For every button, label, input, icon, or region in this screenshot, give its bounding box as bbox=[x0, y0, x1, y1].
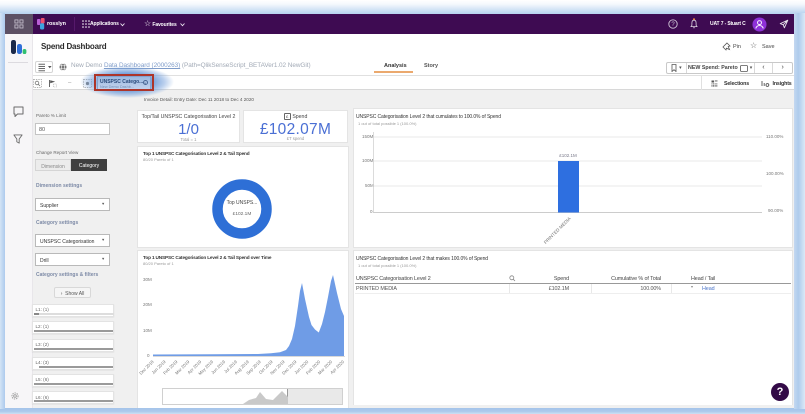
svg-text:PRINTED MEDIA: PRINTED MEDIA bbox=[543, 215, 573, 245]
svg-text:£102.1M: £102.1M bbox=[559, 153, 577, 158]
svg-text:?: ? bbox=[671, 22, 675, 28]
